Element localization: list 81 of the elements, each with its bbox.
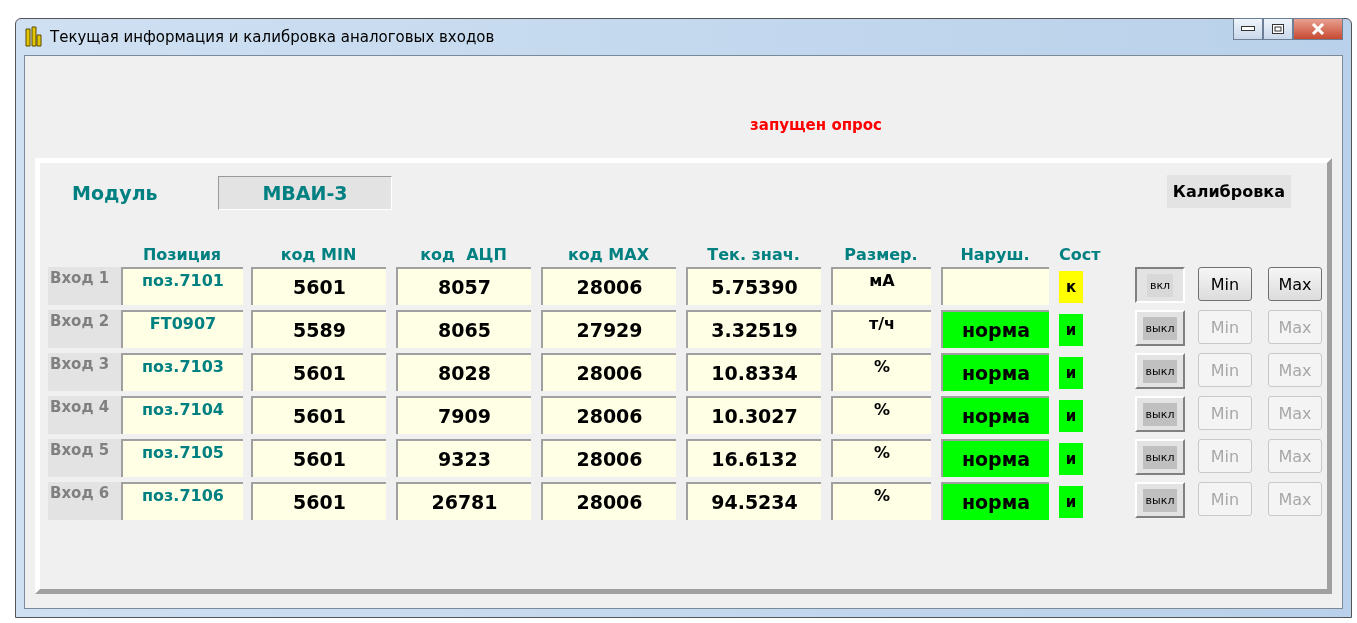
maximize-button[interactable]: [1263, 18, 1293, 40]
fault-field: норма: [941, 310, 1049, 348]
value-field: 10.8334: [686, 353, 821, 391]
code-min-field: 5601: [251, 482, 386, 520]
code-adc-field: 7909: [396, 396, 531, 434]
minimize-icon: [1241, 26, 1255, 32]
column-header: код АЦП: [419, 244, 508, 264]
code-min-field: 5589: [251, 310, 386, 348]
code-max-field: 27929: [541, 310, 676, 348]
unit-field: %: [831, 439, 931, 477]
unit-field: т/ч: [831, 310, 931, 348]
input-label: Вход 4: [48, 396, 121, 434]
input-label: Вход 6: [48, 482, 121, 520]
state-indicator: и: [1059, 486, 1083, 518]
code-adc-field: 8065: [396, 310, 531, 348]
calibration-toggle-button[interactable]: выкл: [1135, 482, 1185, 518]
column-header: Размер.: [843, 244, 919, 264]
max-button[interactable]: Max: [1268, 267, 1322, 301]
position-field: поз.7103: [121, 353, 243, 391]
column-header: Тек. знач.: [706, 244, 801, 264]
close-button[interactable]: [1293, 18, 1343, 40]
minimize-button[interactable]: [1233, 18, 1263, 40]
min-button[interactable]: Min: [1198, 267, 1252, 301]
unit-field: %: [831, 353, 931, 391]
status-message: запущен опрос: [750, 116, 882, 134]
position-field: поз.7105: [121, 439, 243, 477]
module-field: МВАИ-3: [218, 176, 392, 210]
input-label: Вход 5: [48, 439, 121, 477]
state-indicator: и: [1059, 443, 1083, 475]
window-title: Текущая информация и калибровка аналоговых входов: [50, 28, 496, 46]
calibration-label: Калибровка: [1166, 174, 1291, 208]
value-field: 94.5234: [686, 482, 821, 520]
state-indicator: и: [1059, 357, 1083, 389]
position-field: поз.7104: [121, 396, 243, 434]
column-header: код MAX: [567, 244, 650, 264]
calibration-toggle-button[interactable]: выкл: [1135, 353, 1185, 389]
unit-field: %: [831, 482, 931, 520]
input-label: Вход 1: [48, 267, 121, 305]
input-label: Вход 3: [48, 353, 121, 391]
unit-field: мА: [831, 267, 931, 305]
code-min-field: 5601: [251, 353, 386, 391]
code-max-field: 28006: [541, 482, 676, 520]
column-header: Сост: [1059, 244, 1102, 264]
code-min-field: 5601: [251, 439, 386, 477]
column-header: Наруш.: [959, 244, 1031, 264]
value-field: 5.75390: [686, 267, 821, 305]
state-indicator: и: [1059, 314, 1083, 346]
app-icon: [24, 26, 42, 48]
position-field: поз.7106: [121, 482, 243, 520]
input-label: Вход 2: [48, 310, 121, 348]
code-max-field: 28006: [541, 267, 676, 305]
state-indicator: и: [1059, 400, 1083, 432]
calibration-toggle-button[interactable]: выкл: [1135, 439, 1185, 475]
value-field: 16.6132: [686, 439, 821, 477]
close-icon: [1311, 23, 1325, 35]
code-adc-field: 26781: [396, 482, 531, 520]
fault-field: норма: [941, 439, 1049, 477]
calibration-toggle-button[interactable]: выкл: [1135, 396, 1185, 432]
position-field: поз.7101: [121, 267, 243, 305]
value-field: 10.3027: [686, 396, 821, 434]
fault-field: норма: [941, 482, 1049, 520]
code-max-field: 28006: [541, 439, 676, 477]
fault-field: норма: [941, 396, 1049, 434]
calibration-toggle-button[interactable]: выкл: [1135, 310, 1185, 346]
code-adc-field: 9323: [396, 439, 531, 477]
position-field: FT0907: [121, 310, 243, 348]
fault-field: норма: [941, 353, 1049, 391]
column-header: код MIN: [279, 244, 358, 264]
state-indicator: к: [1059, 271, 1083, 303]
maximize-icon: [1272, 24, 1284, 34]
calibration-toggle-button[interactable]: вкл: [1135, 267, 1185, 303]
unit-field: %: [831, 396, 931, 434]
code-adc-field: 8057: [396, 267, 531, 305]
code-max-field: 28006: [541, 353, 676, 391]
code-min-field: 5601: [251, 396, 386, 434]
code-max-field: 28006: [541, 396, 676, 434]
value-field: 3.32519: [686, 310, 821, 348]
column-header: Позиция: [141, 244, 223, 264]
module-label: Модуль: [72, 182, 159, 204]
code-adc-field: 8028: [396, 353, 531, 391]
code-min-field: 5601: [251, 267, 386, 305]
